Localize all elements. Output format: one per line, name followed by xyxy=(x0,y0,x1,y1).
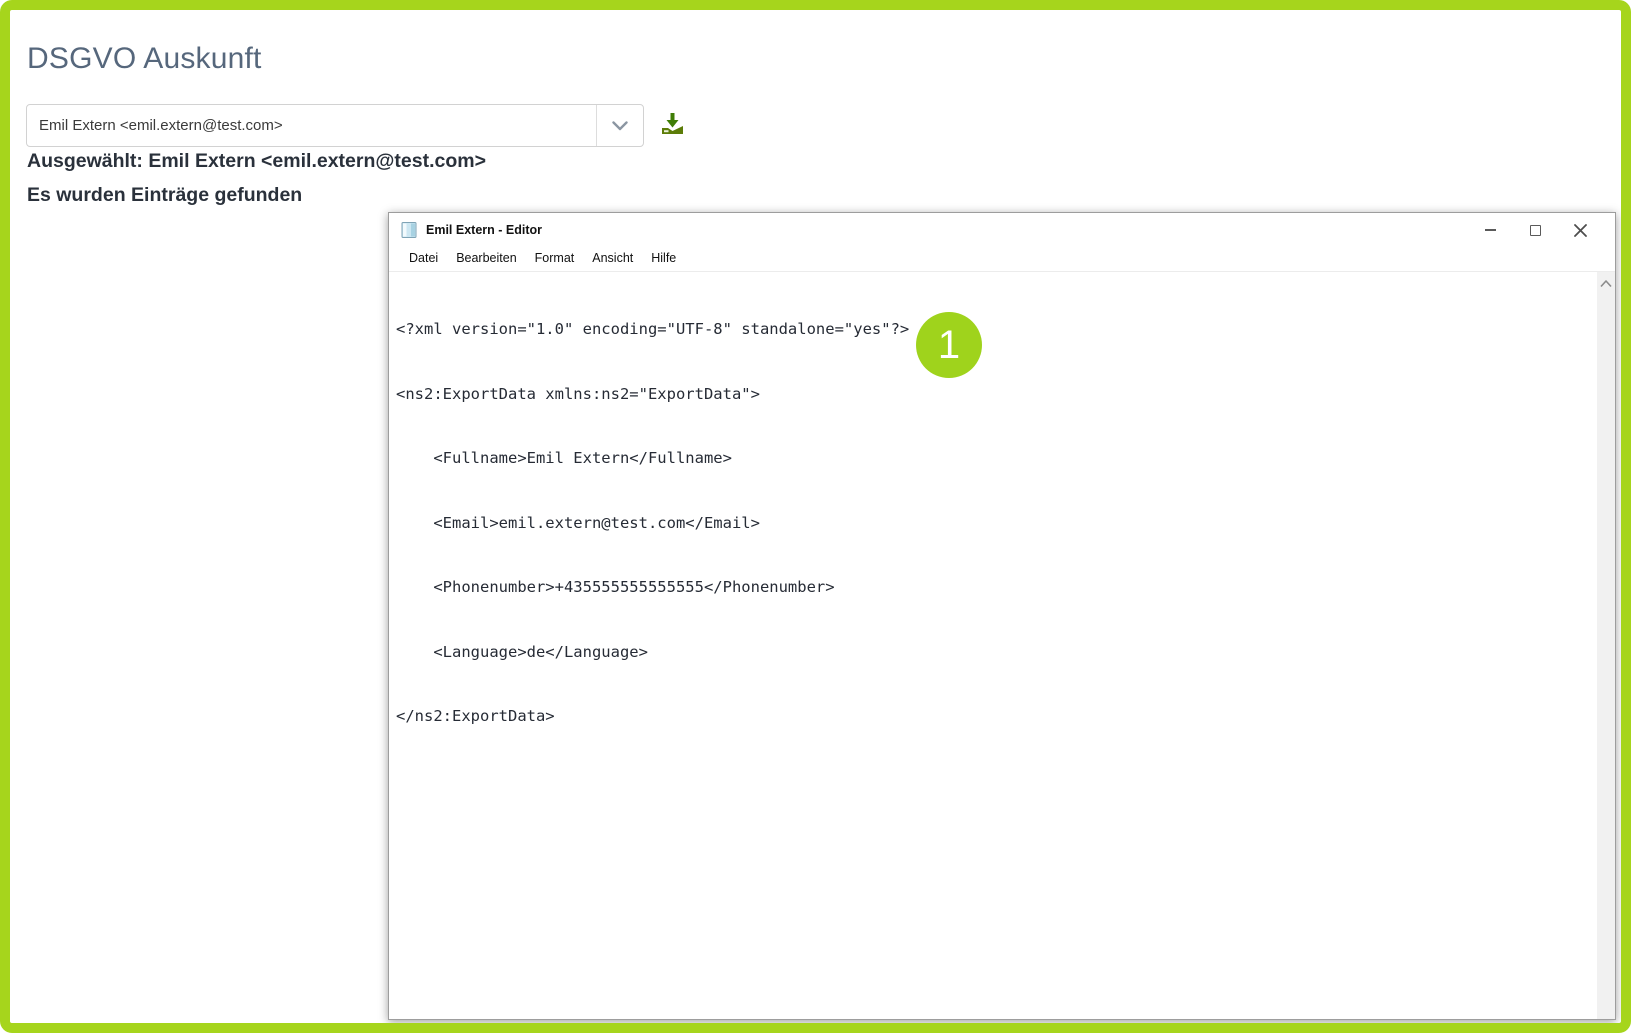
minimize-icon xyxy=(1485,229,1496,231)
chevron-up-icon xyxy=(1600,279,1612,288)
annotation-badge-1: 1 xyxy=(916,312,982,378)
menu-ansicht[interactable]: Ansicht xyxy=(583,248,642,270)
menu-hilfe[interactable]: Hilfe xyxy=(642,248,685,270)
menu-format[interactable]: Format xyxy=(526,248,584,270)
xml-line: </ns2:ExportData> xyxy=(396,706,1596,728)
close-icon xyxy=(1574,224,1587,237)
download-button[interactable] xyxy=(656,107,688,139)
editor-menubar: Datei Bearbeiten Format Ansicht Hilfe xyxy=(389,247,1615,271)
xml-line: <ns2:ExportData xmlns:ns2="ExportData"> xyxy=(396,384,1596,406)
maximize-button[interactable] xyxy=(1513,215,1558,245)
notepad-editor-window: Emil Extern - Editor Datei Bearbeiten Fo… xyxy=(388,212,1616,1020)
menu-bearbeiten[interactable]: Bearbeiten xyxy=(447,248,525,270)
dsgvo-auskunft-page: DSGVO Auskunft Emil Extern <emil.extern@… xyxy=(0,0,1631,1033)
xml-line: <Language>de</Language> xyxy=(396,642,1596,664)
maximize-icon xyxy=(1530,225,1541,236)
person-select[interactable]: Emil Extern <emil.extern@test.com> xyxy=(26,104,644,147)
xml-line: <Fullname>Emil Extern</Fullname> xyxy=(396,448,1596,470)
annotation-badge-label: 1 xyxy=(938,323,960,368)
window-controls xyxy=(1468,215,1603,245)
person-select-value: Emil Extern <emil.extern@test.com> xyxy=(27,117,596,134)
download-icon xyxy=(659,110,686,137)
page-title: DSGVO Auskunft xyxy=(27,42,262,76)
xml-line: <Email>emil.extern@test.com</Email> xyxy=(396,513,1596,535)
editor-titlebar[interactable]: Emil Extern - Editor xyxy=(389,213,1615,247)
editor-body: <?xml version="1.0" encoding="UTF-8" sta… xyxy=(389,271,1615,1019)
minimize-button[interactable] xyxy=(1468,215,1513,245)
menu-datei[interactable]: Datei xyxy=(400,248,447,270)
editor-window-title: Emil Extern - Editor xyxy=(426,223,1468,237)
selected-person-text: Ausgewählt: Emil Extern <emil.extern@tes… xyxy=(27,150,486,173)
xml-text-area[interactable]: <?xml version="1.0" encoding="UTF-8" sta… xyxy=(389,272,1596,1019)
notepad-icon xyxy=(400,221,418,239)
chevron-down-icon[interactable] xyxy=(596,105,643,146)
vertical-scrollbar[interactable] xyxy=(1597,272,1615,1019)
xml-line: <Phonenumber>+435555555555555</Phonenumb… xyxy=(396,577,1596,599)
close-button[interactable] xyxy=(1558,215,1603,245)
scroll-up-button[interactable] xyxy=(1597,279,1615,293)
entries-found-text: Es wurden Einträge gefunden xyxy=(27,184,302,207)
xml-line: <?xml version="1.0" encoding="UTF-8" sta… xyxy=(396,319,1596,341)
